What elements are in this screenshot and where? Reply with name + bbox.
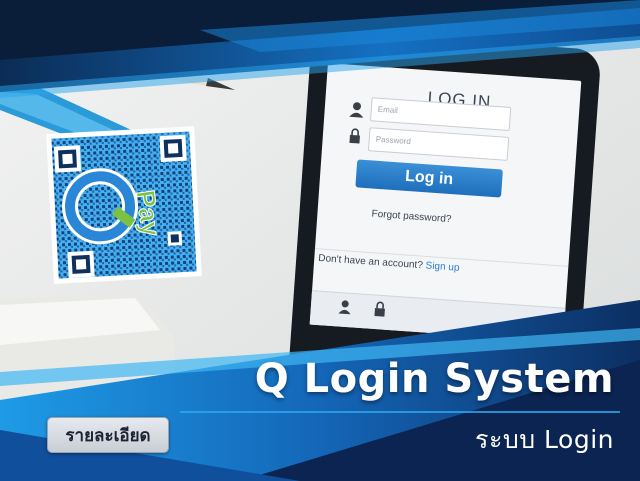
banner-subtitle: ระบบ Login (475, 425, 614, 454)
details-button[interactable]: รายละเอียด (47, 417, 169, 453)
banner-decoration (0, 0, 640, 481)
banner: LOG IN Email Password Log in Forgot pass… (0, 0, 640, 481)
banner-title: Q Login System (254, 356, 614, 402)
